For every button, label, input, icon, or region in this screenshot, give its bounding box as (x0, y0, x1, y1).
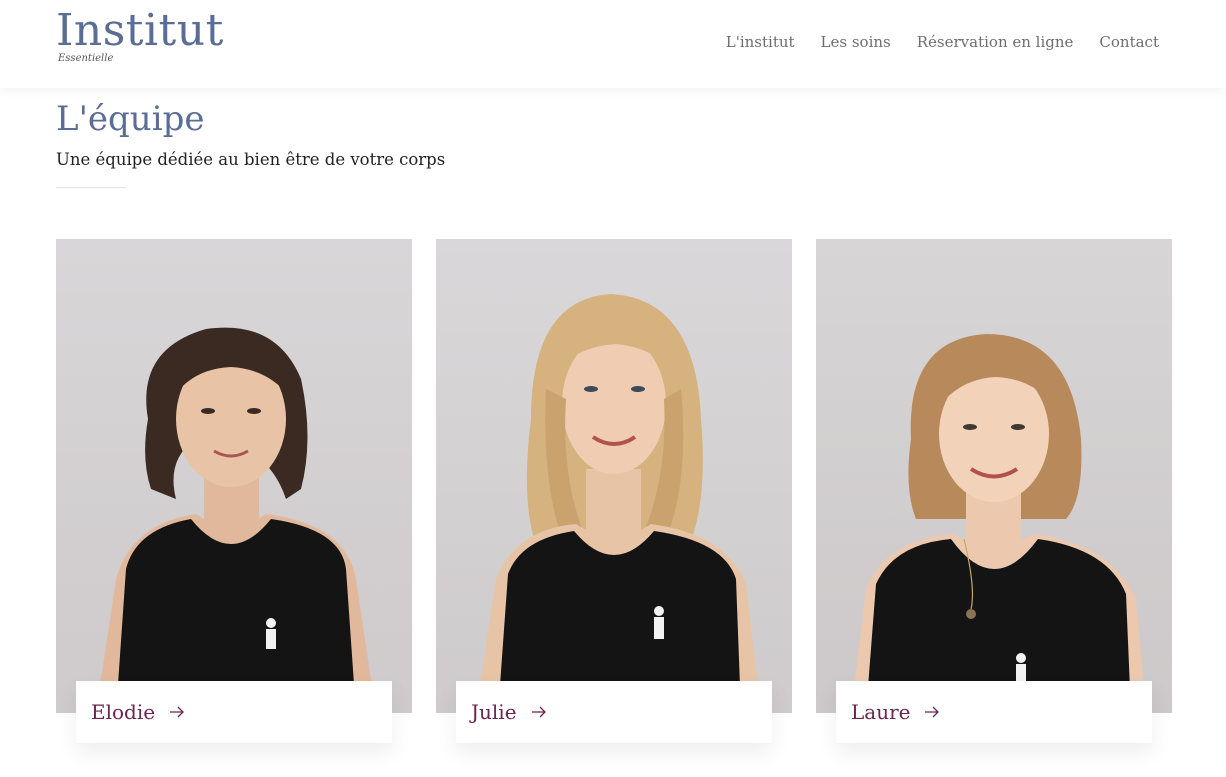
team-photo-elodie[interactable] (56, 239, 412, 713)
logo-title: Institut (56, 5, 224, 56)
logo-emblem-icon (266, 618, 276, 649)
portrait-laure (816, 239, 1172, 713)
team-card-elodie[interactable]: Elodie (56, 239, 412, 743)
team-name: Elodie (91, 700, 156, 724)
arrow-right-icon (169, 706, 185, 718)
team-photo-laure[interactable] (816, 239, 1172, 713)
site-logo[interactable]: Institut Essentielle (56, 6, 224, 64)
team-photo-julie[interactable] (436, 239, 792, 713)
nav-item-reservation[interactable]: Réservation en ligne (917, 33, 1074, 51)
nav-item-contact[interactable]: Contact (1099, 33, 1159, 51)
site-header: Institut Essentielle L'institut Les soin… (0, 0, 1226, 88)
team-name-box-elodie[interactable]: Elodie (76, 681, 392, 743)
page-subtitle: Une équipe dédiée au bien être de votre … (56, 150, 446, 169)
team-name-box-julie[interactable]: Julie (456, 681, 772, 743)
logo-emblem-icon (654, 606, 664, 639)
team-card-laure[interactable]: Laure (816, 239, 1172, 743)
arrow-right-icon (924, 706, 940, 718)
nav-item-institut[interactable]: L'institut (726, 33, 795, 51)
team-card-julie[interactable]: Julie (436, 239, 792, 743)
arrow-right-icon (531, 706, 547, 718)
nav-item-soins[interactable]: Les soins (821, 33, 891, 51)
main-nav: L'institut Les soins Réservation en lign… (726, 33, 1159, 51)
team-name-box-laure[interactable]: Laure (836, 681, 1152, 743)
heading-divider (56, 187, 126, 188)
portrait-julie (436, 239, 792, 713)
team-name: Julie (471, 700, 517, 724)
team-name: Laure (851, 700, 911, 724)
portrait-elodie (56, 239, 412, 713)
page-title: L'équipe (56, 99, 205, 139)
